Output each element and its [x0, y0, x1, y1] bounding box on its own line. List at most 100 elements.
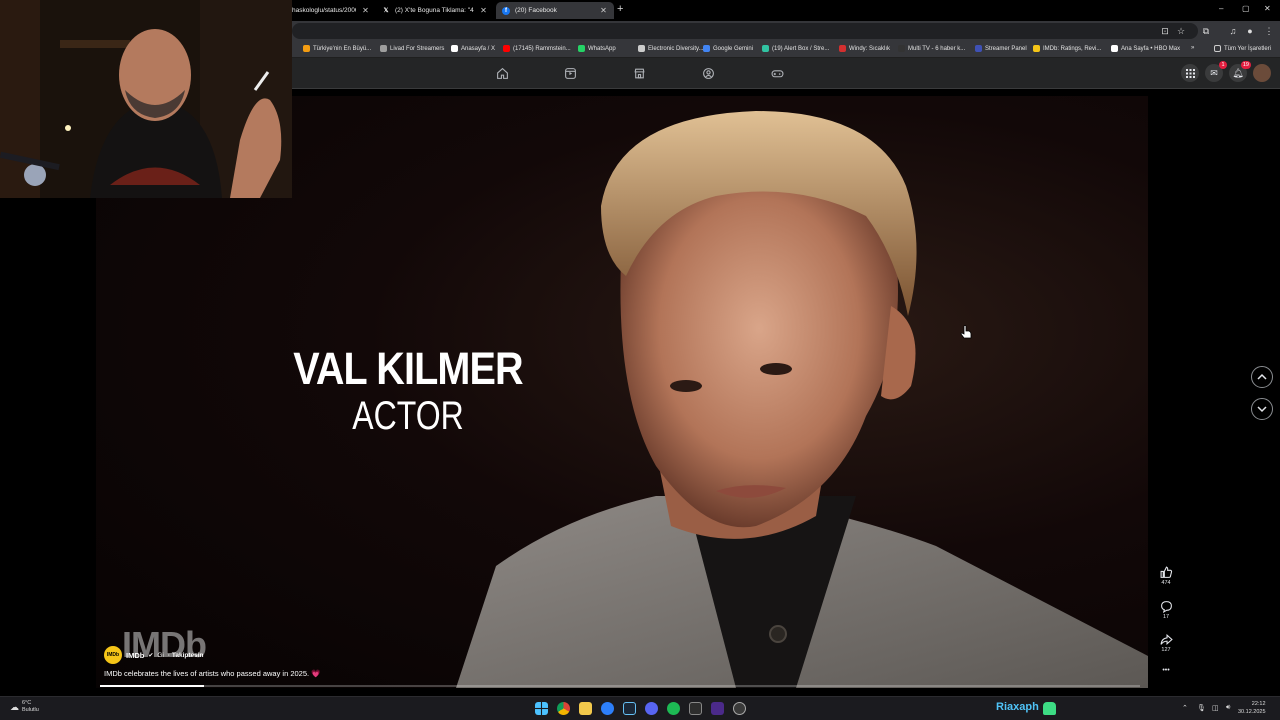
- tab-facebook[interactable]: f (20) Facebook ✕: [496, 2, 614, 19]
- maximize-button[interactable]: ▢: [1242, 4, 1250, 13]
- bookmark-favicon-icon: [898, 45, 905, 52]
- microphone-icon[interactable]: 🎙︎: [1197, 704, 1206, 712]
- clock[interactable]: 22:12 30.12.2025: [1238, 700, 1266, 716]
- verified-icon: ✔: [148, 652, 154, 659]
- new-tab-button[interactable]: +: [617, 3, 623, 15]
- webcam-overlay: [0, 0, 292, 198]
- tray-chevron-icon[interactable]: ⌃: [1182, 704, 1188, 712]
- bookmark-label: Streamer Panel: [985, 45, 1027, 52]
- bookmark-label: Windy: Sıcaklık: [849, 45, 891, 52]
- previous-reel-button[interactable]: [1251, 366, 1273, 388]
- bookmark-star-icon[interactable]: ☆: [1176, 26, 1186, 36]
- reels-icon[interactable]: [564, 67, 577, 80]
- bookmark-favicon-icon: [703, 45, 710, 52]
- video-progress-bar[interactable]: [100, 685, 1140, 687]
- bookmark-favicon-icon: [303, 45, 310, 52]
- file-explorer-icon[interactable]: [579, 702, 592, 715]
- android-icon: [1043, 702, 1056, 715]
- all-bookmarks-button[interactable]: Tüm Yer İşaretleri: [1214, 45, 1271, 52]
- minimize-button[interactable]: –: [1219, 4, 1223, 13]
- media-controls-icon[interactable]: ♫: [1228, 26, 1238, 36]
- menu-grid-button[interactable]: [1181, 64, 1199, 82]
- video-title-role: ACTOR: [352, 394, 464, 438]
- bookmark-label: Electronic Diversity...: [648, 45, 704, 52]
- post-author: IMDb IMDb ✔ Gi · Takiptesin: [104, 646, 204, 664]
- home-icon[interactable]: [496, 67, 509, 80]
- like-button[interactable]: 474: [1155, 566, 1177, 586]
- author-name[interactable]: IMDb: [126, 651, 144, 660]
- account-avatar[interactable]: [1253, 64, 1271, 82]
- x-icon: 𝕏: [383, 8, 389, 14]
- bookmark-favicon-icon: [451, 45, 458, 52]
- bookmark-item[interactable]: IMDb: Ratings, Revi...: [1033, 45, 1101, 52]
- messenger-button[interactable]: ✉ 1: [1205, 61, 1227, 82]
- steam-icon[interactable]: [623, 702, 636, 715]
- bookmark-item[interactable]: Ana Sayfa • HBO Max: [1111, 45, 1180, 52]
- marketplace-icon[interactable]: [633, 67, 646, 80]
- comment-button[interactable]: 17: [1155, 600, 1177, 620]
- more-options-button[interactable]: •••: [1155, 666, 1177, 674]
- taskbar: ☁ 6°C Bulutlu Riaxaph ⌃ 🎙︎ ◫ 🔊︎ 22:12 30…: [0, 696, 1280, 720]
- bookmark-label: IMDb: Ratings, Revi...: [1043, 45, 1102, 52]
- tab-2[interactable]: 𝕏 (2) X'te Boguna Tiklama: "40 ya ✕: [376, 2, 494, 19]
- discord-icon[interactable]: [645, 702, 658, 715]
- bookmark-favicon-icon: [638, 45, 645, 52]
- terminal-icon[interactable]: [689, 702, 702, 715]
- bookmark-item[interactable]: WhatsApp: [578, 45, 616, 52]
- bookmark-item[interactable]: Electronic Diversity...: [638, 45, 704, 52]
- streaming-app-icon[interactable]: [711, 702, 724, 715]
- windows-start-icon[interactable]: [535, 702, 548, 715]
- facebook-icon: f: [502, 6, 510, 15]
- chevron-up-icon: [1257, 373, 1267, 380]
- grid-icon: [1185, 68, 1195, 78]
- menu-icon[interactable]: ⋮: [1264, 26, 1274, 36]
- follow-status[interactable]: · Takiptesin: [168, 652, 204, 659]
- vpn-icon[interactable]: [601, 702, 614, 715]
- weather-widget[interactable]: ☁ 6°C Bulutlu: [10, 700, 39, 714]
- profile-icon[interactable]: ●: [1245, 26, 1255, 36]
- bookmark-label: Google Gemini: [713, 45, 754, 52]
- bookmarks-more-button[interactable]: »: [1191, 45, 1194, 51]
- clock-time: 22:12: [1251, 701, 1266, 707]
- author-avatar[interactable]: IMDb: [104, 646, 122, 664]
- settings-gear-icon[interactable]: [733, 702, 746, 715]
- folder-icon: [1214, 45, 1221, 52]
- gaming-icon[interactable]: [771, 67, 784, 80]
- close-icon[interactable]: ✕: [361, 6, 370, 15]
- notifications-button[interactable]: 🔔︎ 19: [1229, 61, 1251, 82]
- bookmark-item[interactable]: Windy: Sıcaklık: [839, 45, 890, 52]
- bookmark-label: (19) Alert Box / Stre...: [772, 45, 830, 52]
- post-caption: IMDb celebrates the lives of artists who…: [104, 669, 321, 678]
- bookmark-label: WhatsApp: [588, 45, 616, 52]
- tab-1[interactable]: haskologlu/status/20066 ✕: [286, 2, 376, 19]
- share-button[interactable]: 127: [1155, 633, 1177, 653]
- share-count: 127: [1161, 647, 1171, 653]
- bookmark-item[interactable]: Türkiye'nin En Büyü...: [303, 45, 371, 52]
- address-bar[interactable]: [292, 23, 1198, 39]
- speaker-icon[interactable]: ◫: [1212, 704, 1219, 712]
- next-reel-button[interactable]: [1251, 398, 1273, 420]
- bookmark-item[interactable]: Anasayfa / X: [451, 45, 495, 52]
- bookmark-item[interactable]: (19) Alert Box / Stre...: [762, 45, 829, 52]
- chrome-taskbar-icon[interactable]: [557, 702, 570, 715]
- close-window-button[interactable]: ✕: [1264, 4, 1271, 13]
- like-count: 474: [1161, 580, 1171, 586]
- network-icon[interactable]: 🔊︎: [1226, 704, 1230, 712]
- bookmark-label: (17145) Rammstein...: [513, 45, 571, 52]
- thumbs-up-icon: [1160, 566, 1172, 578]
- bookmark-item[interactable]: Google Gemini: [703, 45, 753, 52]
- install-app-icon[interactable]: ⊡: [1160, 26, 1170, 36]
- bookmark-item[interactable]: Streamer Panel: [975, 45, 1027, 52]
- spotify-icon[interactable]: [667, 702, 680, 715]
- extensions-icon[interactable]: ⧉: [1201, 26, 1211, 36]
- comment-count: 17: [1162, 614, 1170, 620]
- bookmark-item[interactable]: Livad For Streamers: [380, 45, 444, 52]
- bookmark-item[interactable]: Multi TV - 6 haber k...: [898, 45, 965, 52]
- user-label: Riaxaph: [996, 701, 1039, 713]
- close-icon[interactable]: ✕: [479, 6, 488, 15]
- groups-icon[interactable]: [702, 67, 715, 80]
- bookmark-item[interactable]: (17145) Rammstein...: [503, 45, 571, 52]
- share-icon: [1160, 633, 1173, 646]
- close-icon[interactable]: ✕: [599, 6, 608, 15]
- streamer-webcam-image: [0, 0, 292, 198]
